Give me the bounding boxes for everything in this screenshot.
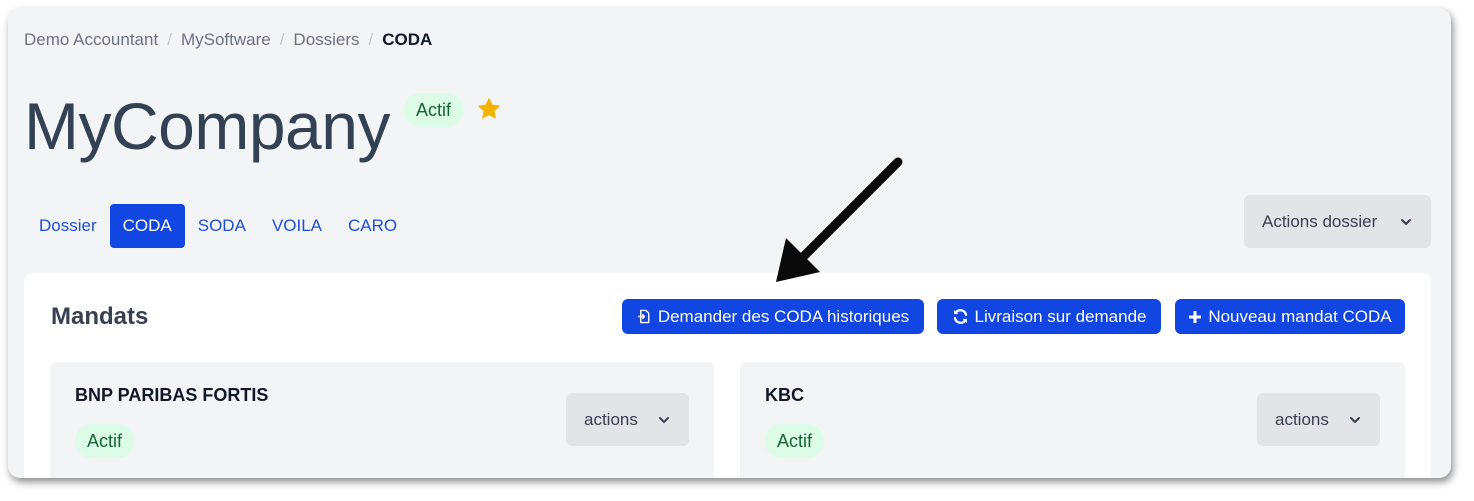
plus-icon bbox=[1189, 310, 1202, 323]
title-row: MyCompany Actif bbox=[24, 86, 503, 166]
tab-bar: Dossier CODA SODA VOILA CARO bbox=[26, 204, 410, 248]
bank-name: BNP PARIBAS FORTIS bbox=[75, 385, 269, 405]
breadcrumb: Demo Accountant / MySoftware / Dossiers … bbox=[24, 30, 432, 50]
tab-dossier[interactable]: Dossier bbox=[26, 204, 110, 248]
tab-voila[interactable]: VOILA bbox=[259, 204, 335, 248]
page-title: MyCompany bbox=[24, 89, 390, 163]
tab-coda[interactable]: CODA bbox=[109, 204, 185, 248]
section-title: Mandats bbox=[51, 303, 149, 330]
dossier-actions-dropdown[interactable]: Actions dossier bbox=[1244, 195, 1431, 248]
breadcrumb-separator: / bbox=[368, 30, 374, 49]
breadcrumb-separator: / bbox=[167, 30, 172, 49]
mandate-card: KBC Actif actions bbox=[740, 362, 1405, 478]
breadcrumb-item-dossiers[interactable]: Dossiers bbox=[293, 30, 359, 50]
breadcrumb-item-accountant[interactable]: Demo Accountant bbox=[24, 30, 158, 50]
on-demand-delivery-label: Livraison sur demande bbox=[974, 306, 1147, 326]
card-actions-label: actions bbox=[1275, 409, 1329, 429]
document-icon bbox=[638, 309, 650, 324]
new-coda-mandate-label: Nouveau mandat CODA bbox=[1208, 306, 1392, 326]
card-actions-dropdown[interactable]: actions bbox=[566, 393, 689, 446]
request-historical-coda-label: Demander des CODA historiques bbox=[657, 306, 910, 326]
new-coda-mandate-button[interactable]: Nouveau mandat CODA bbox=[1175, 299, 1405, 334]
breadcrumb-separator: / bbox=[279, 30, 285, 49]
mandate-card: BNP PARIBAS FORTIS Actif actions bbox=[50, 362, 714, 478]
tab-soda[interactable]: SODA bbox=[185, 204, 259, 248]
breadcrumb-item-software[interactable]: MySoftware bbox=[181, 30, 271, 50]
on-demand-delivery-button[interactable]: Livraison sur demande bbox=[937, 299, 1161, 334]
bank-name: KBC bbox=[765, 385, 804, 405]
chevron-down-icon bbox=[1401, 218, 1411, 225]
breadcrumb-current: CODA bbox=[382, 30, 433, 49]
request-historical-coda-button[interactable]: Demander des CODA historiques bbox=[622, 299, 924, 334]
mandats-panel: Mandats Demander des CODA historiques Li… bbox=[24, 273, 1431, 478]
app-window: Demo Accountant / MySoftware / Dossiers … bbox=[8, 8, 1451, 478]
tab-caro[interactable]: CARO bbox=[335, 204, 410, 248]
card-actions-label: actions bbox=[584, 409, 638, 429]
status-badge: Actif bbox=[75, 424, 135, 458]
chevron-down-icon bbox=[1350, 416, 1360, 423]
status-badge: Actif bbox=[765, 424, 825, 458]
refresh-icon bbox=[953, 309, 967, 324]
status-badge: Actif bbox=[403, 93, 463, 127]
card-actions-dropdown[interactable]: actions bbox=[1257, 393, 1380, 446]
star-icon[interactable] bbox=[475, 95, 503, 123]
chevron-down-icon bbox=[659, 416, 669, 423]
dossier-actions-label: Actions dossier bbox=[1262, 211, 1378, 231]
